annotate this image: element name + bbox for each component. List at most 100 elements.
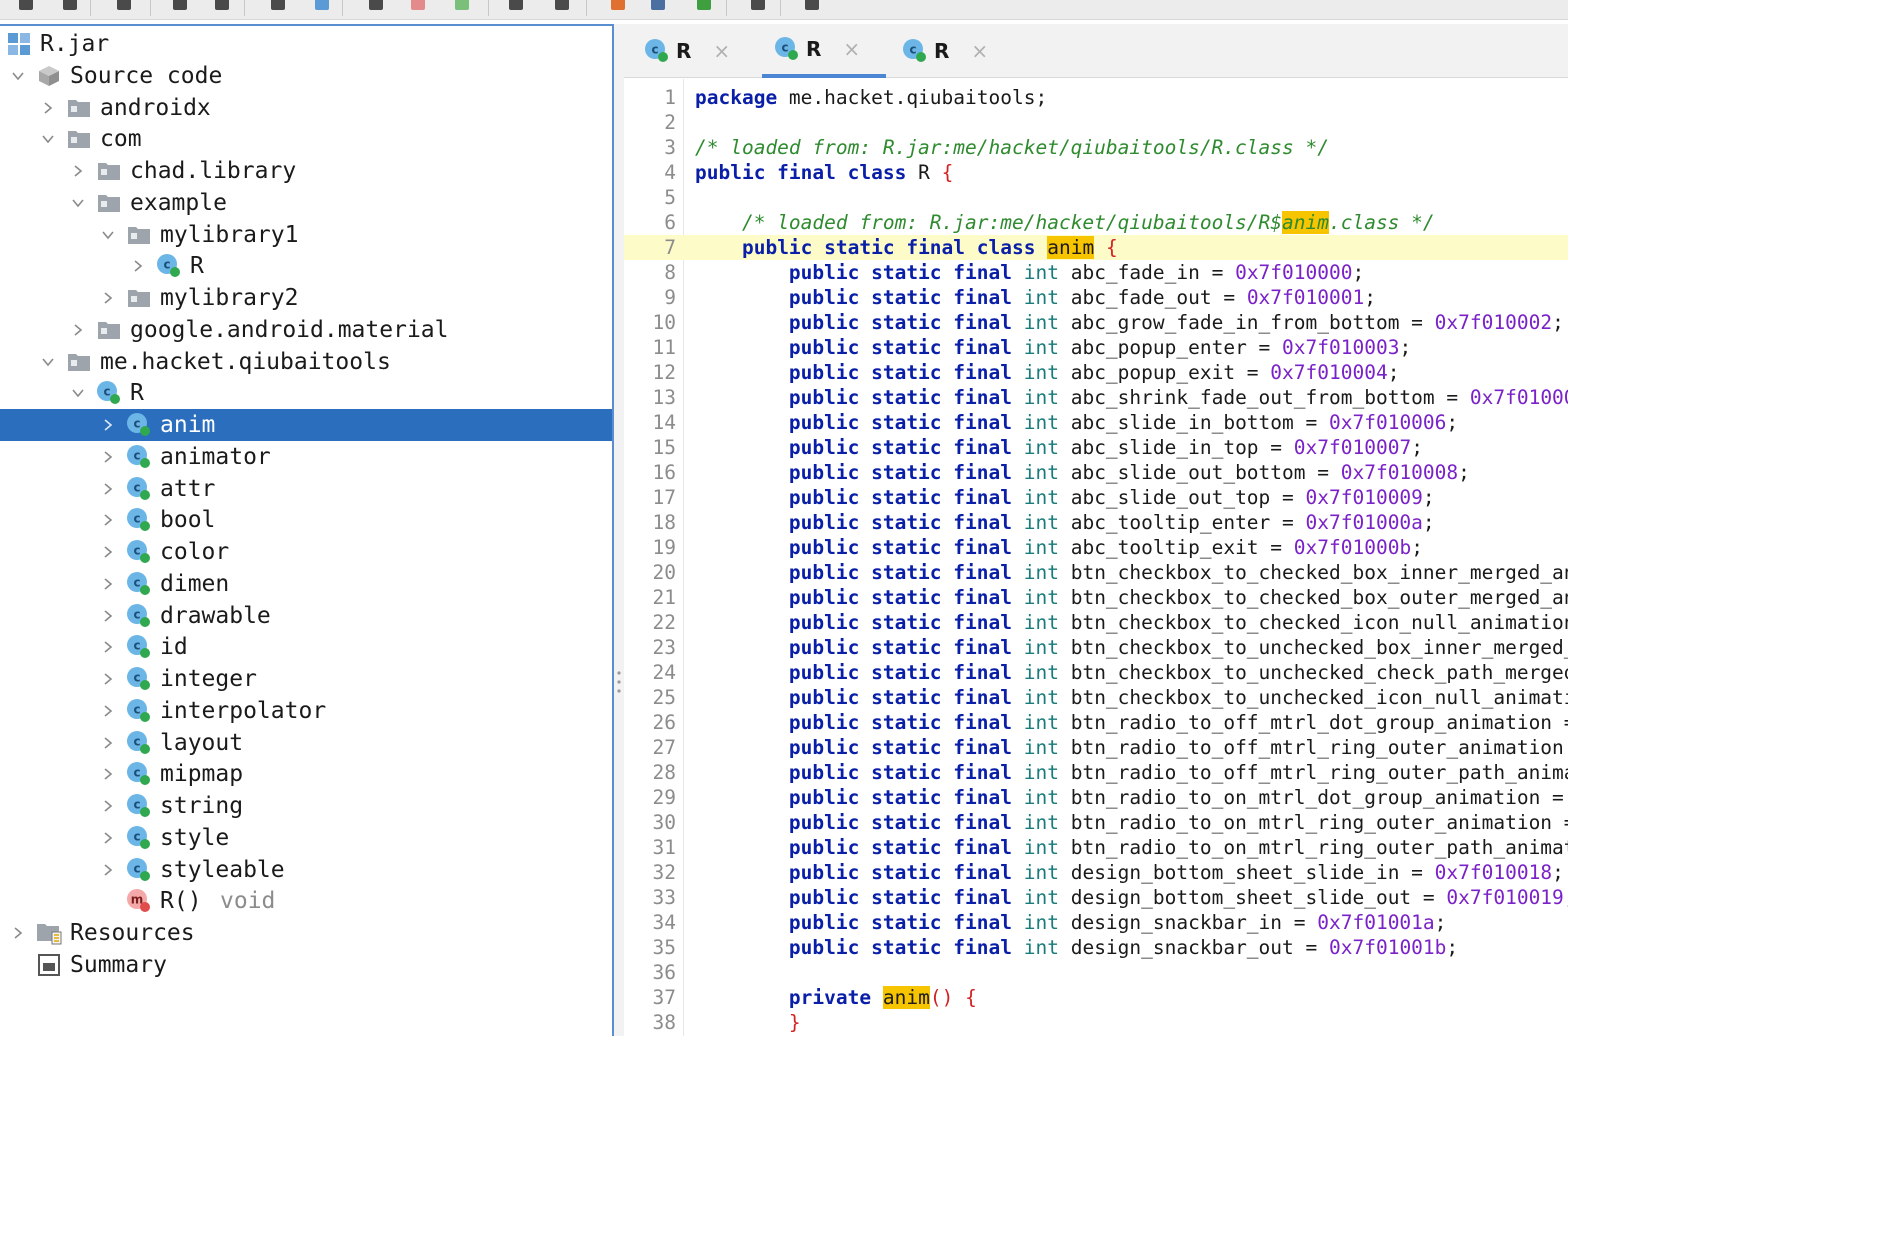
forward-icon[interactable]	[550, 0, 574, 14]
code-line[interactable]: 4 public final class R {	[624, 160, 1568, 185]
chevron-down-icon[interactable]	[38, 129, 58, 149]
back-icon[interactable]	[504, 0, 528, 14]
code-line[interactable]: 11 public static final int abc_popup_ent…	[624, 335, 1568, 360]
chevron-down-icon[interactable]	[68, 193, 88, 213]
code-line[interactable]: 25 public static final int btn_checkbox_…	[624, 685, 1568, 710]
chevron-right-icon[interactable]	[98, 415, 118, 435]
chevron-right-icon[interactable]	[8, 923, 28, 943]
code-line[interactable]: 35 public static final int design_snackb…	[624, 935, 1568, 960]
chevron-right-icon[interactable]	[68, 161, 88, 181]
chevron-down-icon[interactable]	[68, 383, 88, 403]
chevron-right-icon[interactable]	[98, 542, 118, 562]
chevron-right-icon[interactable]	[38, 98, 58, 118]
tree-item[interactable]: androidx	[0, 92, 612, 124]
export-gradle-icon[interactable]	[266, 0, 290, 14]
tree-item[interactable]: c attr	[0, 473, 612, 505]
code-editor[interactable]: 1 package me.hacket.qiubaitools; 2 3 /* load…	[624, 79, 1568, 1036]
tree-item[interactable]: example	[0, 187, 612, 219]
tree-item[interactable]: c color	[0, 536, 612, 568]
code-line[interactable]: 26 public static final int btn_radio_to_…	[624, 710, 1568, 735]
editor-tab[interactable]: c R ×	[762, 24, 886, 78]
chevron-right-icon[interactable]	[98, 764, 118, 784]
code-line[interactable]: 6 /* loaded from: R.jar:me/hacket/qiubai…	[624, 210, 1568, 235]
search-icon[interactable]	[364, 0, 388, 14]
chevron-right-icon[interactable]	[98, 796, 118, 816]
chevron-right-icon[interactable]	[128, 256, 148, 276]
code-line[interactable]: 22 public static final int btn_checkbox_…	[624, 610, 1568, 635]
code-line[interactable]: 29 public static final int btn_radio_to_…	[624, 785, 1568, 810]
code-line[interactable]: 7 public static final class anim {	[624, 235, 1568, 260]
code-line[interactable]: 28 public static final int btn_radio_to_…	[624, 760, 1568, 785]
tree-item[interactable]: google.android.material	[0, 314, 612, 346]
tree-item[interactable]: com	[0, 123, 612, 155]
save-icon[interactable]	[168, 0, 192, 14]
tree-item[interactable]: c integer	[0, 663, 612, 695]
chevron-right-icon[interactable]	[98, 447, 118, 467]
reload-icon[interactable]	[112, 0, 136, 14]
code-line[interactable]: 30 public static final int btn_radio_to_…	[624, 810, 1568, 835]
tree-item[interactable]: chad.library	[0, 155, 612, 187]
chevron-right-icon[interactable]	[68, 320, 88, 340]
tree-item[interactable]: mylibrary2	[0, 282, 612, 314]
code-line[interactable]: 18 public static final int abc_tooltip_e…	[624, 510, 1568, 535]
tree-item[interactable]: c dimen	[0, 568, 612, 600]
close-icon[interactable]: ×	[843, 37, 860, 61]
tree-item[interactable]: Resources	[0, 917, 612, 949]
code-line[interactable]: 34 public static final int design_snackb…	[624, 910, 1568, 935]
chevron-right-icon[interactable]	[98, 479, 118, 499]
code-line[interactable]: 5	[624, 185, 1568, 210]
code-line[interactable]: 31 public static final int btn_radio_to_…	[624, 835, 1568, 860]
code-line[interactable]: 1 package me.hacket.qiubaitools;	[624, 85, 1568, 110]
open-icon[interactable]	[14, 0, 38, 14]
export-icon[interactable]	[210, 0, 234, 14]
editor-tab[interactable]: c R ×	[632, 24, 756, 78]
tree-item[interactable]: Source code	[0, 60, 612, 92]
code-line[interactable]: 8 public static final int abc_fade_in = …	[624, 260, 1568, 285]
tree-item[interactable]: c bool	[0, 504, 612, 536]
log-icon[interactable]	[746, 0, 770, 14]
tree-item[interactable]: cR	[0, 250, 612, 282]
tree-item[interactable]: m R() void	[0, 885, 612, 917]
tree-item[interactable]: Summary	[0, 949, 612, 981]
editor-tab[interactable]: c R ×	[890, 24, 1014, 78]
tree-item[interactable]: c layout	[0, 727, 612, 759]
chevron-right-icon[interactable]	[98, 606, 118, 626]
deobfuscation-icon[interactable]	[606, 0, 630, 14]
code-line[interactable]: 36	[624, 960, 1568, 985]
chevron-right-icon[interactable]	[98, 637, 118, 657]
settings-icon[interactable]	[800, 0, 824, 14]
code-line[interactable]: 3 /* loaded from: R.jar:me/hacket/qiubait…	[624, 135, 1568, 160]
code-line[interactable]: 2	[624, 110, 1568, 135]
tree-item[interactable]: c id	[0, 631, 612, 663]
code-line[interactable]: 32 public static final int design_bottom…	[624, 860, 1568, 885]
code-line[interactable]: 24 public static final int btn_checkbox_…	[624, 660, 1568, 685]
chevron-down-icon[interactable]	[8, 66, 28, 86]
code-line[interactable]: 9 public static final int abc_fade_out =…	[624, 285, 1568, 310]
flatten-packages-icon[interactable]	[310, 0, 334, 14]
code-line[interactable]: 10 public static final int abc_grow_fade…	[624, 310, 1568, 335]
chevron-right-icon[interactable]	[98, 574, 118, 594]
splitter-grip-icon[interactable]	[617, 670, 621, 694]
chevron-down-icon[interactable]	[98, 225, 118, 245]
tree-root[interactable]: R.jar	[0, 28, 612, 60]
code-line[interactable]: 12 public static final int abc_popup_exi…	[624, 360, 1568, 385]
tree-item[interactable]: me.hacket.qiubaitools	[0, 346, 612, 378]
tree-item[interactable]: c styleable	[0, 854, 612, 886]
tree-item[interactable]: c interpolator	[0, 695, 612, 727]
search-text-icon[interactable]	[450, 0, 474, 14]
code-line[interactable]: 13 public static final int abc_shrink_fa…	[624, 385, 1568, 410]
code-line[interactable]: 14 public static final int abc_slide_in_…	[624, 410, 1568, 435]
code-line[interactable]: 20 public static final int btn_checkbox_…	[624, 560, 1568, 585]
chevron-right-icon[interactable]	[98, 288, 118, 308]
code-line[interactable]: 33 public static final int design_bottom…	[624, 885, 1568, 910]
code-line[interactable]: 27 public static final int btn_radio_to_…	[624, 735, 1568, 760]
code-line[interactable]: 15 public static final int abc_slide_in_…	[624, 435, 1568, 460]
chevron-right-icon[interactable]	[98, 860, 118, 880]
code-line[interactable]: 23 public static final int btn_checkbox_…	[624, 635, 1568, 660]
debug-icon[interactable]	[692, 0, 716, 14]
quark-icon[interactable]	[646, 0, 670, 14]
panel-splitter[interactable]	[614, 24, 624, 1036]
tree-item[interactable]: c style	[0, 822, 612, 854]
search-class-icon[interactable]	[406, 0, 430, 14]
chevron-right-icon[interactable]	[98, 701, 118, 721]
